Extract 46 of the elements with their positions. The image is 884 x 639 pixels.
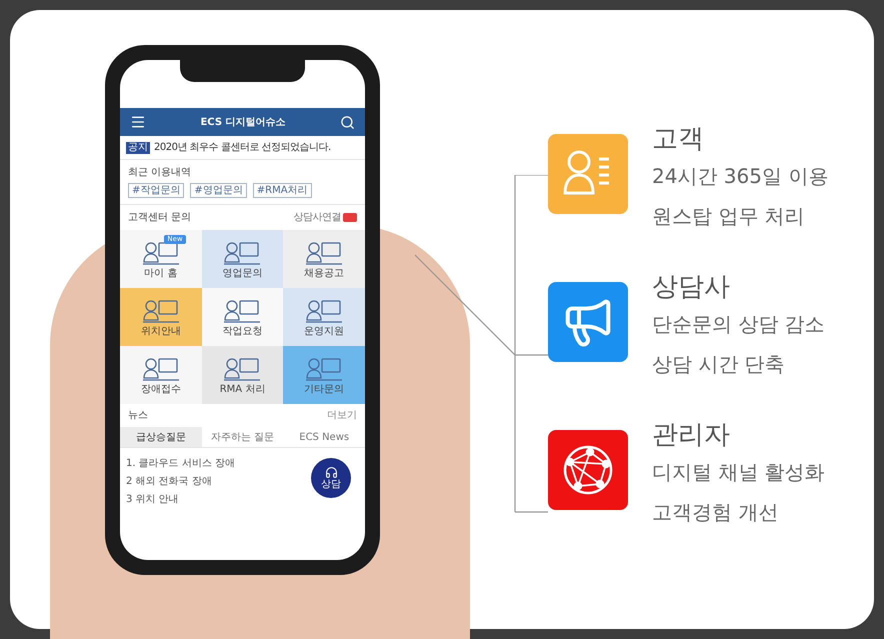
feature-text: 24시간 365일 이용	[652, 163, 828, 190]
recent-title: 최근 이용내역	[128, 166, 192, 180]
menu-tile[interactable]: RMA 처리	[202, 346, 284, 404]
feature-text: 상담 시간 단축	[652, 351, 786, 378]
history-tag[interactable]: #RMA처리	[252, 183, 312, 198]
status-badge	[343, 213, 357, 222]
agent-desk-icon	[222, 240, 262, 266]
menu-tile[interactable]: 채용공고	[283, 230, 365, 288]
notice-text: 2020년 최우수 콜센터로 선정되었습니다.	[154, 141, 331, 155]
agent-desk-icon	[222, 298, 262, 324]
news-tab[interactable]: 급상승질문	[120, 427, 202, 447]
notice-badge: 공지	[126, 142, 150, 154]
agent-desk-icon	[140, 298, 181, 324]
consult-button[interactable]: 상담	[311, 458, 351, 498]
news-item[interactable]: 3 위치 안내	[126, 494, 179, 505]
search-icon[interactable]	[340, 114, 355, 130]
history-tag[interactable]: #영업문의	[190, 183, 247, 198]
section-title: 뉴스	[128, 409, 148, 423]
news-item[interactable]: 2 해외 전화국 장애	[126, 476, 212, 487]
feature-title: 고객	[652, 123, 705, 156]
agent-desk-icon	[304, 298, 344, 324]
feature-title: 관리자	[652, 419, 731, 452]
section-title: 고객센터 문의	[128, 211, 192, 225]
menu-tile[interactable]: 장애접수	[120, 346, 202, 404]
agent-desk-icon	[222, 356, 262, 382]
agent-desk-icon	[304, 356, 344, 382]
menu-tile[interactable]: 기타문의	[283, 346, 365, 404]
menu-tile[interactable]: 운영지원	[283, 288, 365, 346]
app-logo: ECS 디지털어슈소	[200, 116, 286, 130]
headset-icon	[324, 466, 338, 479]
agent-desk-icon	[304, 240, 344, 266]
history-tag[interactable]: #작업문의	[128, 183, 184, 198]
agent-desk-icon	[140, 240, 181, 266]
news-item[interactable]: 1. 클라우드 서비스 장애	[126, 458, 236, 469]
feature-text: 단순문의 상담 감소	[652, 311, 825, 338]
feature-title: 상담사	[652, 271, 731, 304]
feature-text: 원스탑 업무 처리	[652, 203, 806, 230]
more-link[interactable]: 더보기	[327, 408, 357, 423]
feature-text: 고객경험 개선	[652, 499, 780, 526]
menu-tile[interactable]: 영업문의	[202, 230, 284, 288]
status-label: 상담사연결	[294, 211, 341, 225]
menu-tile[interactable]: 작업요청	[202, 288, 284, 346]
agent-desk-icon	[140, 356, 181, 382]
menu-icon[interactable]	[130, 114, 146, 130]
feature-text: 디지털 채널 활성화	[652, 459, 825, 486]
menu-tile[interactable]: 위치안내	[120, 288, 202, 346]
